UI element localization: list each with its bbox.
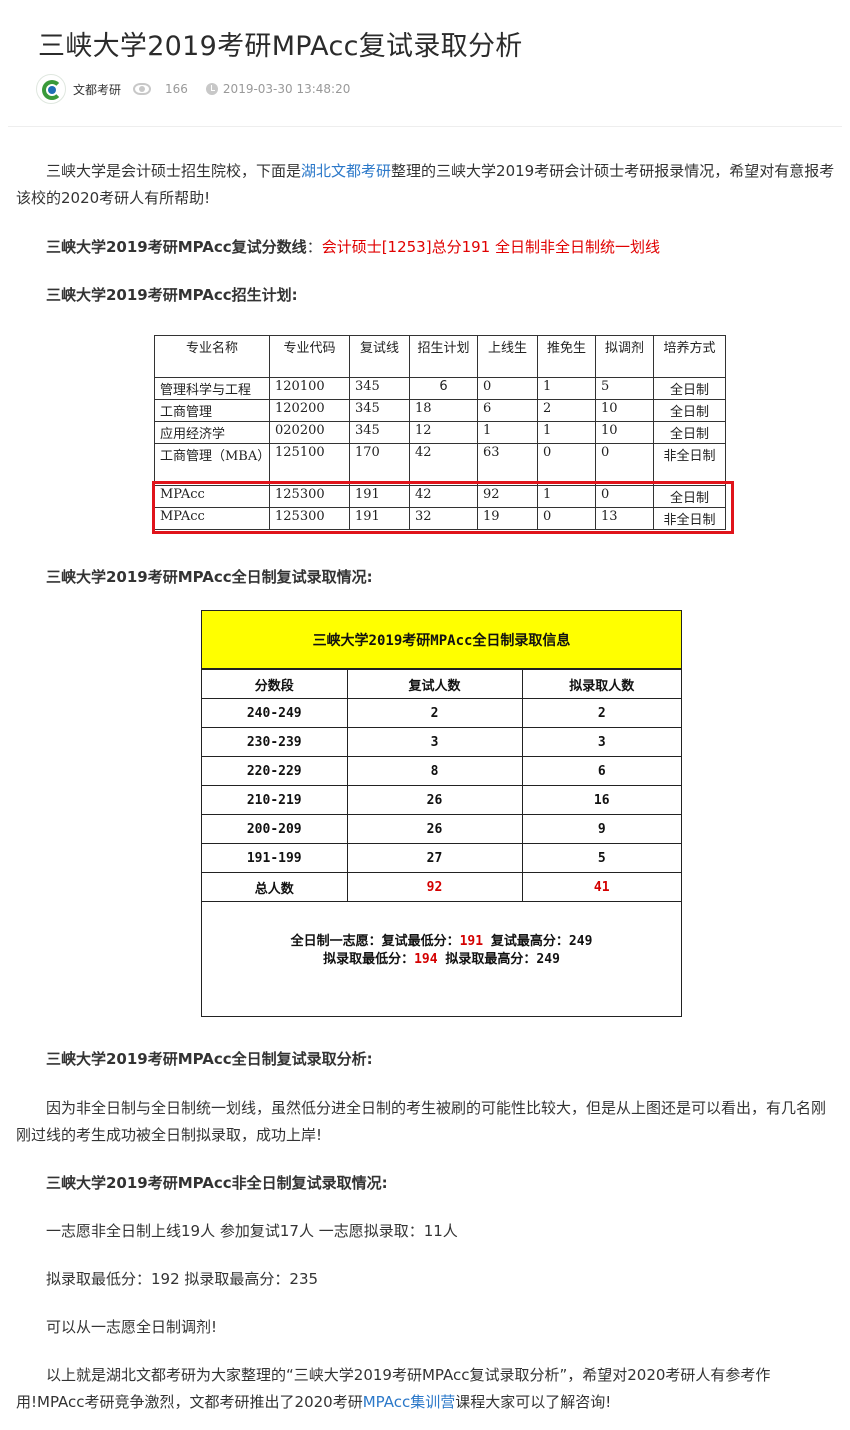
eye-icon bbox=[133, 83, 152, 95]
publish-date: 2019-03-30 13:48:20 bbox=[222, 82, 351, 96]
author-name[interactable]: 文都考研 bbox=[73, 81, 121, 98]
admit-table: 分数段 复试人数 拟录取人数 240-249 2 2 230-239 3 3 220-2… bbox=[202, 669, 681, 902]
parttime-line: 拟录取最低分：192 拟录取最高分：235 bbox=[46, 1270, 319, 1288]
parttime-heading: 三峡大学2019考研MPAcc非全日制复试录取情况: bbox=[46, 1174, 388, 1192]
score-line: 三峡大学2019考研MPAcc复试分数线：会计硕士[1253]总分191 全日制… bbox=[46, 238, 660, 256]
fulltime-heading: 三峡大学2019考研MPAcc全日制复试录取情况: bbox=[46, 568, 373, 586]
table-row: 191-199 27 5 bbox=[202, 843, 681, 873]
mpacc-highlight-box bbox=[152, 481, 734, 534]
parttime-line: 可以从一志愿全日制调剂! bbox=[46, 1318, 218, 1336]
admit-note: 全日制一志愿：复试最低分：191 复试最高分：249 拟录取最低分：194 拟录… bbox=[202, 933, 681, 969]
closing-paragraph: 以上就是湖北文都考研为大家整理的“三峡大学2019考研MPAcc复试录取分析”，… bbox=[16, 1366, 771, 1411]
plan-col-header: 专业名称 bbox=[154, 335, 270, 378]
admit-note-line2: 拟录取最低分：194 拟录取最高分：249 bbox=[323, 952, 560, 967]
divider bbox=[8, 126, 842, 127]
plan-col-header: 招生计划 bbox=[409, 335, 478, 378]
total-row: 总人数 92 41 bbox=[202, 872, 681, 902]
table-row: 应用经济学 020200 345 12 1 1 10 全日制 bbox=[154, 421, 726, 444]
score-line-value: 会计硕士[1253]总分191 全日制非全日制统一划线 bbox=[321, 238, 660, 256]
page-title: 三峡大学2019考研MPAcc复试录取分析 bbox=[38, 31, 523, 62]
plan-col-header: 专业代码 bbox=[269, 335, 350, 378]
article-meta: 文都考研 166 2019-03-30 13:48:20 bbox=[36, 74, 350, 104]
table-row: 230-239 3 3 bbox=[202, 727, 681, 757]
analysis-heading: 三峡大学2019考研MPAcc全日制复试录取分析: bbox=[46, 1050, 373, 1068]
table-row: 200-209 26 9 bbox=[202, 814, 681, 844]
admit-note-line1: 全日制一志愿：复试最低分：191 复试最高分：249 bbox=[290, 934, 593, 949]
table-row: 210-219 26 16 bbox=[202, 785, 681, 815]
intro-paragraph: 三峡大学是会计硕士招生院校，下面是湖北文都考研整理的三峡大学2019考研会计硕士… bbox=[16, 162, 835, 207]
table-row: 220-229 8 6 bbox=[202, 756, 681, 786]
analysis-paragraph: 因为非全日制与全日制统一划线，虽然低分进全日制的考生被刷的可能性比较大，但是从上… bbox=[16, 1099, 827, 1144]
admit-table-header: 分数段 复试人数 拟录取人数 bbox=[202, 669, 681, 699]
table-row: 管理科学与工程 120100 345 6 0 1 5 全日制 bbox=[154, 377, 726, 400]
intro-link[interactable]: 湖北文都考研 bbox=[301, 162, 391, 180]
plan-heading: 三峡大学2019考研MPAcc招生计划: bbox=[46, 286, 298, 304]
admit-table-title: 三峡大学2019考研MPAcc全日制录取信息 bbox=[202, 611, 681, 669]
plan-col-header: 上线生 bbox=[477, 335, 538, 378]
plan-col-header: 拟调剂 bbox=[595, 335, 654, 378]
author-logo[interactable] bbox=[36, 74, 66, 104]
clock-icon bbox=[205, 83, 218, 95]
table-row: 工商管理（MBA） 125100 170 42 63 0 0 非全日制 bbox=[154, 443, 726, 486]
score-line-label: 三峡大学2019考研MPAcc复试分数线 bbox=[46, 238, 307, 256]
table-row: 240-249 2 2 bbox=[202, 698, 681, 728]
admit-table-box: 三峡大学2019考研MPAcc全日制录取信息 分数段 复试人数 拟录取人数 24… bbox=[201, 610, 682, 1017]
parttime-line: 一志愿非全日制上线19人 参加复试17人 一志愿拟录取：11人 bbox=[46, 1222, 458, 1240]
table-row: 工商管理 120200 345 18 6 2 10 全日制 bbox=[154, 399, 726, 422]
plan-col-header: 培养方式 bbox=[653, 335, 726, 378]
plan-col-header: 推免生 bbox=[537, 335, 596, 378]
plan-table-header: 专业名称 专业代码 复试线 招生计划 上线生 推免生 拟调剂 培养方式 bbox=[154, 335, 726, 378]
closing-link[interactable]: MPAcc集训营 bbox=[363, 1393, 456, 1411]
plan-col-header: 复试线 bbox=[349, 335, 410, 378]
view-count: 166 bbox=[165, 82, 188, 96]
